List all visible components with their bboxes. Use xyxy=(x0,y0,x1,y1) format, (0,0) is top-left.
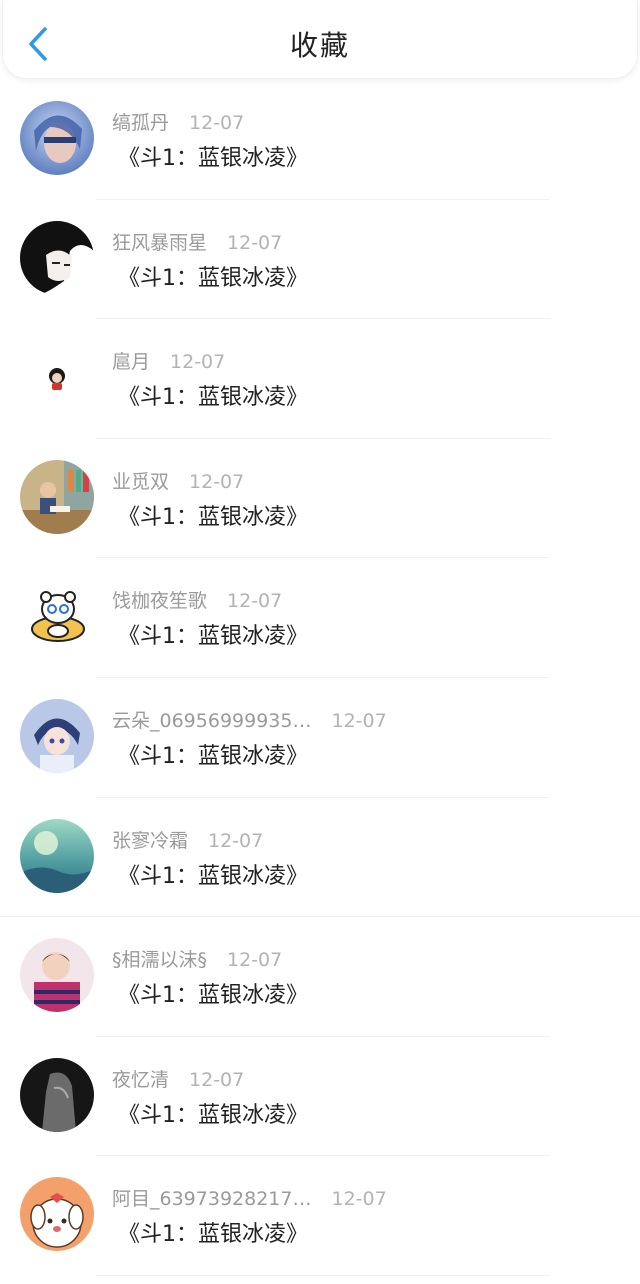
user-name-line: 云朵_06956999935… 12-07 xyxy=(112,706,387,733)
favorites-list: 缟孤丹 12-07 《斗1：蓝银冰凌》 狂风暴雨星 12-07 《斗1：蓝银冰凌》 … xyxy=(0,80,640,1276)
list-item[interactable]: 张寥冷霜 12-07 《斗1：蓝银冰凌》 xyxy=(0,798,640,918)
top-bar: 收藏 xyxy=(2,0,638,79)
list-item[interactable]: §相濡以沫§ 12-07 《斗1：蓝银冰凌》 xyxy=(0,917,640,1037)
user-avatar[interactable] xyxy=(20,938,94,1013)
book-title[interactable]: 《斗1：蓝银冰凌》 xyxy=(118,858,308,890)
date: 12-07 xyxy=(208,829,264,852)
book-title[interactable]: 《斗1：蓝银冰凌》 xyxy=(118,618,308,650)
user-name-line: §相濡以沫§ 12-07 xyxy=(112,945,282,972)
user-avatar[interactable] xyxy=(20,1177,94,1252)
user-name-line: 扈月 12-07 xyxy=(112,347,225,374)
user-name-line: 狂风暴雨星 12-07 xyxy=(112,228,282,255)
list-item[interactable]: 阿目_63973928217… 12-07 《斗1：蓝银冰凌》 xyxy=(0,1156,640,1276)
user-name-line: 缟孤丹 12-07 xyxy=(112,108,244,135)
user-name: 扈月 xyxy=(112,351,151,374)
book-title[interactable]: 《斗1：蓝银冰凌》 xyxy=(118,1216,308,1248)
date: 12-07 xyxy=(189,112,245,134)
user-avatar[interactable] xyxy=(20,1057,94,1132)
book-title[interactable]: 《斗1：蓝银冰凌》 xyxy=(118,140,308,172)
list-item[interactable]: 缟孤丹 12-07 《斗1：蓝银冰凌》 xyxy=(0,80,640,200)
book-title[interactable]: 《斗1：蓝银冰凌》 xyxy=(118,1097,308,1129)
list-item[interactable]: 狂风暴雨星 12-07 《斗1：蓝银冰凌》 xyxy=(0,200,640,320)
user-avatar[interactable] xyxy=(20,459,94,534)
date: 12-07 xyxy=(189,470,245,493)
list-item[interactable]: 云朵_06956999935… 12-07 《斗1：蓝银冰凌》 xyxy=(0,678,640,798)
list-item[interactable]: 业觅双 12-07 《斗1：蓝银冰凌》 xyxy=(0,439,640,559)
book-title[interactable]: 《斗1：蓝银冰凌》 xyxy=(118,260,308,292)
date: 12-07 xyxy=(331,709,387,732)
list-item[interactable]: 夜忆清 12-07 《斗1：蓝银冰凌》 xyxy=(0,1037,640,1157)
user-avatar[interactable] xyxy=(20,579,94,654)
list-item[interactable]: 饯枷夜笙歌 12-07 《斗1：蓝银冰凌》 xyxy=(0,558,640,678)
book-title[interactable]: 《斗1：蓝银冰凌》 xyxy=(118,977,308,1009)
user-name: §相濡以沫§ xyxy=(112,949,208,972)
user-name: 狂风暴雨星 xyxy=(112,231,208,254)
user-name-line: 饯枷夜笙歌 12-07 xyxy=(112,586,282,613)
user-avatar[interactable] xyxy=(20,101,94,175)
user-name-line: 阿目_63973928217… 12-07 xyxy=(112,1184,387,1211)
user-name: 云朵_06956999935… xyxy=(112,709,312,732)
book-title[interactable]: 《斗1：蓝银冰凌》 xyxy=(118,499,308,531)
date: 12-07 xyxy=(227,231,283,254)
user-name: 张寥冷霜 xyxy=(112,829,189,852)
list-item[interactable]: 扈月 12-07 《斗1：蓝银冰凌》 xyxy=(0,319,640,439)
user-avatar[interactable] xyxy=(20,340,94,415)
user-name-line: 张寥冷霜 12-07 xyxy=(112,826,263,853)
user-avatar[interactable] xyxy=(20,818,94,893)
date: 12-07 xyxy=(227,590,283,613)
user-name: 缟孤丹 xyxy=(112,112,170,134)
user-name: 夜忆清 xyxy=(112,1068,170,1091)
user-name-line: 夜忆清 12-07 xyxy=(112,1065,244,1092)
user-name: 饯枷夜笙歌 xyxy=(112,590,208,613)
book-title[interactable]: 《斗1：蓝银冰凌》 xyxy=(118,379,308,411)
page-title: 收藏 xyxy=(289,29,350,62)
date: 12-07 xyxy=(170,351,226,374)
date: 12-07 xyxy=(189,1068,245,1091)
date: 12-07 xyxy=(227,949,283,972)
user-name-line: 业觅双 12-07 xyxy=(112,467,244,494)
user-name: 业觅双 xyxy=(112,470,170,493)
date: 12-07 xyxy=(331,1188,387,1211)
user-name: 阿目_63973928217… xyxy=(112,1188,312,1211)
user-avatar[interactable] xyxy=(20,698,94,773)
book-title[interactable]: 《斗1：蓝银冰凌》 xyxy=(118,738,308,770)
divider xyxy=(96,1274,550,1276)
user-avatar[interactable] xyxy=(20,220,94,295)
